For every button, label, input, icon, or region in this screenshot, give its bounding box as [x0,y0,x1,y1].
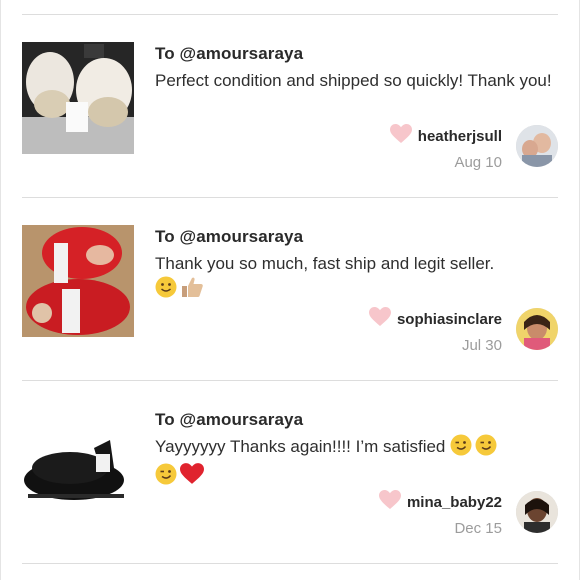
listing-thumbnail[interactable] [22,42,134,154]
message-text: Yayyyyyy Thanks again!!!! I’m satisfied [155,437,446,456]
review-date: Dec 15 [454,520,502,537]
review-item: To @amoursaraya Thank you so much, fast … [0,225,580,395]
message-text: Thank you so much, fast ship and legit s… [155,254,495,273]
recipient-line: To @amoursaraya [155,227,304,246]
red-heart-icon [180,463,204,492]
review-date: Jul 30 [461,337,502,354]
review-message: Yayyyyyy Thanks again!!!! I’m satisfied [155,434,555,492]
heart-icon[interactable] [389,124,412,149]
heart-icon[interactable] [378,490,401,515]
message-text: Perfect condition and shipped so quickly… [155,71,552,90]
review-meta: heatherjsull Aug 10 [389,124,502,171]
avatar[interactable] [516,491,558,533]
heart-icon[interactable] [368,307,391,332]
avatar[interactable] [516,125,558,167]
divider [22,14,558,15]
divider [22,197,558,198]
review-item: To @amoursaraya Yayyyyyy Thanks again!!!… [0,408,580,578]
thumbs-up-icon [180,276,204,305]
slightly-smiling-face-icon [155,276,177,305]
divider [22,380,558,381]
winking-face-icon [155,463,177,492]
reviewer-username[interactable]: sophiasinclare [397,311,502,328]
review-message: Thank you so much, fast ship and legit s… [155,251,555,305]
recipient-line: To @amoursaraya [155,410,304,429]
recipient-line: To @amoursaraya [155,44,304,63]
listing-thumbnail[interactable] [22,225,134,337]
review-meta: sophiasinclare Jul 30 [368,307,502,354]
winking-face-icon [450,434,472,463]
avatar[interactable] [516,308,558,350]
winking-face-icon [475,434,497,463]
reviewer-username[interactable]: mina_baby22 [407,494,502,511]
listing-thumbnail[interactable] [22,408,134,520]
review-item: To @amoursaraya Perfect condition and sh… [0,42,580,212]
review-date: Aug 10 [454,154,502,171]
reviewer-username[interactable]: heatherjsull [418,128,502,145]
review-meta: mina_baby22 Dec 15 [378,490,502,537]
review-message: Perfect condition and shipped so quickly… [155,68,555,93]
divider [22,563,558,564]
